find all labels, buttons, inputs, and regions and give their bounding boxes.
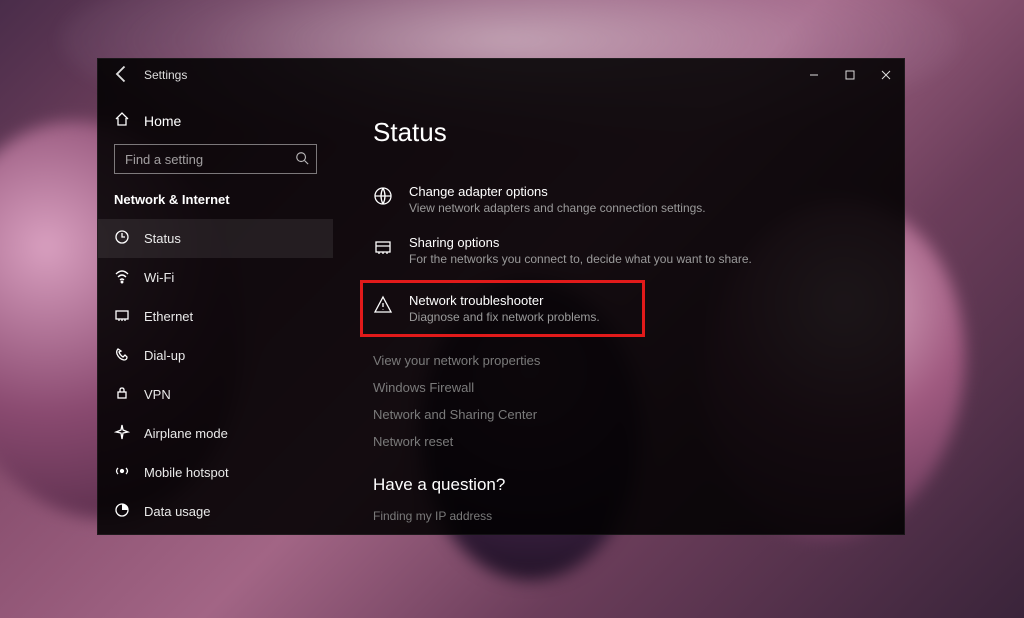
window-title: Settings xyxy=(144,68,187,82)
close-button[interactable] xyxy=(868,59,904,91)
home-label: Home xyxy=(144,113,181,129)
help-link-troubleshoot[interactable]: Troubleshooting network connection issue… xyxy=(373,533,864,534)
vpn-icon xyxy=(114,385,130,404)
option-title: Network troubleshooter xyxy=(409,293,600,308)
minimize-button[interactable] xyxy=(796,59,832,91)
highlight-box: Network troubleshooter Diagnose and fix … xyxy=(360,280,645,337)
link-sharing-center[interactable]: Network and Sharing Center xyxy=(373,407,864,422)
option-desc: For the networks you connect to, decide … xyxy=(409,252,752,266)
nav-label: VPN xyxy=(144,387,171,402)
home-icon xyxy=(114,111,130,130)
status-icon xyxy=(114,229,130,248)
maximize-button[interactable] xyxy=(832,59,868,91)
main-panel: Status Change adapter options View netwo… xyxy=(333,91,904,534)
option-desc: View network adapters and change connect… xyxy=(409,201,706,215)
nav-data-usage[interactable]: Data usage xyxy=(98,492,333,531)
nav-dialup[interactable]: Dial-up xyxy=(98,336,333,375)
option-desc: Diagnose and fix network problems. xyxy=(409,310,600,324)
sharing-icon xyxy=(373,235,393,266)
help-link-ip[interactable]: Finding my IP address xyxy=(373,509,864,523)
nav-airplane[interactable]: Airplane mode xyxy=(98,414,333,453)
nav-list: Status Wi-Fi Ethernet Dial-up VPN xyxy=(98,219,333,534)
back-button[interactable] xyxy=(112,64,132,87)
hotspot-icon xyxy=(114,463,130,482)
nav-status[interactable]: Status xyxy=(98,219,333,258)
nav-label: Dial-up xyxy=(144,348,185,363)
link-windows-firewall[interactable]: Windows Firewall xyxy=(373,380,864,395)
help-heading: Have a question? xyxy=(373,475,864,495)
nav-label: Wi-Fi xyxy=(144,270,174,285)
nav-hotspot[interactable]: Mobile hotspot xyxy=(98,453,333,492)
dialup-icon xyxy=(114,346,130,365)
nav-label: Airplane mode xyxy=(144,426,228,441)
nav-ethernet[interactable]: Ethernet xyxy=(98,297,333,336)
settings-window: Settings Home xyxy=(97,58,905,535)
sharing-options[interactable]: Sharing options For the networks you con… xyxy=(373,227,864,278)
link-network-reset[interactable]: Network reset xyxy=(373,434,864,449)
nav-label: Mobile hotspot xyxy=(144,465,229,480)
nav-label: Status xyxy=(144,231,181,246)
airplane-icon xyxy=(114,424,130,443)
sidebar: Home Network & Internet Status Wi-Fi xyxy=(98,91,333,534)
nav-proxy[interactable]: Proxy xyxy=(98,531,333,534)
page-title: Status xyxy=(373,117,864,148)
home-button[interactable]: Home xyxy=(98,105,333,144)
wifi-icon xyxy=(114,268,130,287)
nav-vpn[interactable]: VPN xyxy=(98,375,333,414)
nav-label: Data usage xyxy=(144,504,211,519)
network-troubleshooter[interactable]: Network troubleshooter Diagnose and fix … xyxy=(373,293,600,324)
search-input[interactable] xyxy=(114,144,317,174)
data-usage-icon xyxy=(114,502,130,521)
link-view-properties[interactable]: View your network properties xyxy=(373,353,864,368)
change-adapter-options[interactable]: Change adapter options View network adap… xyxy=(373,176,864,227)
ethernet-icon xyxy=(114,307,130,326)
nav-wifi[interactable]: Wi-Fi xyxy=(98,258,333,297)
option-title: Change adapter options xyxy=(409,184,706,199)
nav-label: Ethernet xyxy=(144,309,193,324)
titlebar: Settings xyxy=(98,59,904,91)
section-title: Network & Internet xyxy=(98,192,333,219)
warning-icon xyxy=(373,293,393,324)
search-icon xyxy=(295,151,309,170)
option-title: Sharing options xyxy=(409,235,752,250)
adapter-icon xyxy=(373,184,393,215)
